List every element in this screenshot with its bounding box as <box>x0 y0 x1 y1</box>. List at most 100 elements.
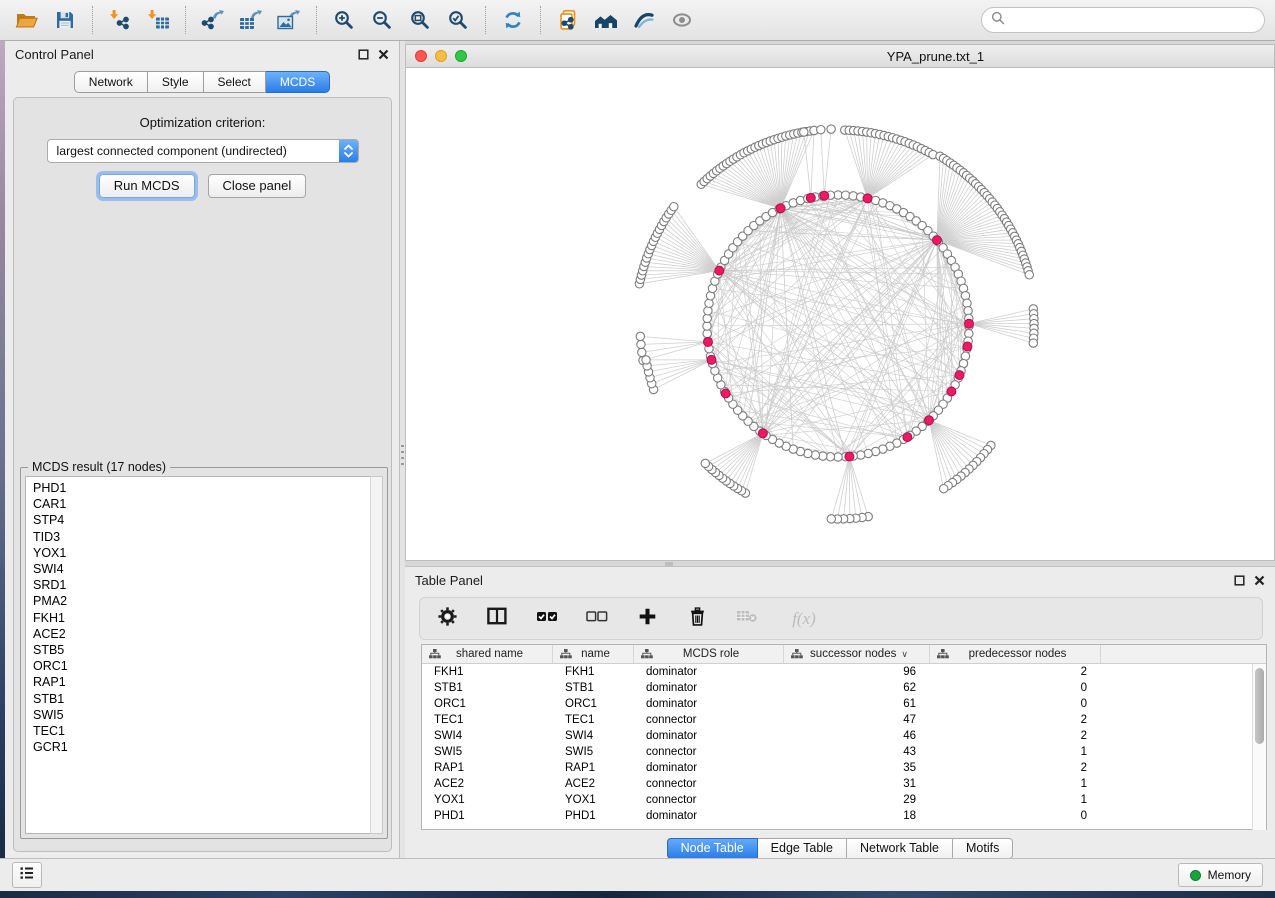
task-history-button[interactable] <box>12 862 42 888</box>
float-icon[interactable] <box>358 49 369 60</box>
toolbar-group <box>103 4 175 36</box>
column-header-MCDS-role[interactable]: MCDS role <box>634 645 784 663</box>
search-field[interactable] <box>981 7 1265 33</box>
import-network-button[interactable] <box>103 4 137 36</box>
table-row[interactable]: PHD1PHD1dominator180 <box>422 808 1266 824</box>
maximize-traffic-light-icon[interactable] <box>455 50 467 62</box>
mcds-result-node[interactable]: PMA2 <box>33 593 382 609</box>
zoom-selected-button[interactable] <box>441 4 475 36</box>
column-label: name <box>581 648 610 660</box>
cell-MCDS-role: connector <box>634 746 784 758</box>
settings-icon <box>438 607 457 631</box>
run-mcds-button[interactable]: Run MCDS <box>99 174 195 198</box>
deselect-all-button[interactable] <box>584 604 610 634</box>
import-table-button[interactable] <box>141 4 175 36</box>
zoom-fit-icon <box>410 10 430 30</box>
tab-mcds[interactable]: MCDS <box>266 71 330 93</box>
mcds-result-node[interactable]: STP4 <box>33 512 382 528</box>
settings-button[interactable] <box>434 604 460 634</box>
column-header-predecessor-nodes[interactable]: predecessor nodes <box>930 645 1101 663</box>
graphics-details-button[interactable] <box>627 4 661 36</box>
mcds-result-node[interactable]: TID3 <box>33 529 382 545</box>
zoom-in-button[interactable] <box>327 4 361 36</box>
close-icon[interactable] <box>1254 575 1265 586</box>
column-header-shared-name[interactable]: shared name <box>422 645 553 663</box>
delete-row-button[interactable] <box>684 604 710 634</box>
mcds-result-node[interactable]: PHD1 <box>33 480 382 496</box>
cell-MCDS-role: dominator <box>634 730 784 742</box>
table-row[interactable]: SWI5SWI5connector431 <box>422 744 1266 760</box>
network-graph[interactable] <box>406 68 1274 560</box>
tab-network[interactable]: Network <box>74 71 148 93</box>
mcds-result-node[interactable]: ACE2 <box>33 626 382 642</box>
home-button[interactable] <box>589 4 623 36</box>
cell-shared-name: STB1 <box>422 682 553 694</box>
tab-style[interactable]: Style <box>148 71 204 93</box>
table-row[interactable]: ORC1ORC1dominator610 <box>422 696 1266 712</box>
open-session-button[interactable] <box>551 4 585 36</box>
export-table-button[interactable] <box>234 4 268 36</box>
columns-button[interactable] <box>484 604 510 634</box>
table-row[interactable]: TEC1TEC1connector472 <box>422 712 1266 728</box>
table-scrollbar[interactable] <box>1252 664 1266 830</box>
search-area <box>981 7 1265 33</box>
table-row[interactable]: FKH1FKH1dominator962 <box>422 664 1266 680</box>
tab-select[interactable]: Select <box>204 71 266 93</box>
open-file-button[interactable] <box>10 4 44 36</box>
table-row[interactable]: YOX1YOX1connector291 <box>422 792 1266 808</box>
export-image-icon <box>277 10 301 30</box>
scrollbar-thumb[interactable] <box>1255 668 1264 744</box>
mcds-result-node[interactable]: SRD1 <box>33 577 382 593</box>
close-panel-button[interactable]: Close panel <box>208 174 307 198</box>
tab-edge-table[interactable]: Edge Table <box>758 838 847 859</box>
table-row[interactable]: ACE2ACE2connector311 <box>422 776 1266 792</box>
tab-network-table[interactable]: Network Table <box>847 838 953 859</box>
close-traffic-light-icon[interactable] <box>415 50 427 62</box>
add-row-button[interactable] <box>634 604 660 634</box>
mcds-list-scrollbar[interactable] <box>370 476 383 834</box>
column-label: predecessor nodes <box>969 648 1067 660</box>
mcds-result-node[interactable]: SWI5 <box>33 707 382 723</box>
apply-layout-button[interactable] <box>496 4 530 36</box>
close-icon[interactable] <box>378 49 389 60</box>
search-input[interactable] <box>1011 13 1255 27</box>
network-window-titlebar[interactable]: YPA_prune.txt_1 <box>406 45 1274 68</box>
mcds-result-node[interactable]: ORC1 <box>33 658 382 674</box>
float-icon[interactable] <box>1234 575 1245 586</box>
mcds-result-node[interactable]: STB1 <box>33 691 382 707</box>
table-row[interactable]: STB1STB1dominator620 <box>422 680 1266 696</box>
mcds-result-node[interactable]: RAP1 <box>33 674 382 690</box>
tab-node-table[interactable]: Node Table <box>667 838 758 859</box>
select-all-button[interactable] <box>534 604 560 634</box>
mcds-result-node[interactable]: TEC1 <box>33 723 382 739</box>
show-hide-button[interactable] <box>665 4 699 36</box>
mcds-result-node[interactable]: CAR1 <box>33 496 382 512</box>
column-header-name[interactable]: name <box>553 645 634 663</box>
toolbar-group <box>496 4 530 36</box>
mcds-result-node[interactable]: SWI4 <box>33 561 382 577</box>
export-image-button[interactable] <box>272 4 306 36</box>
open-file-icon <box>15 10 39 30</box>
mcds-result-node[interactable]: YOX1 <box>33 545 382 561</box>
tab-motifs[interactable]: Motifs <box>953 838 1013 859</box>
table-row[interactable]: RAP1RAP1dominator352 <box>422 760 1266 776</box>
zoom-out-button[interactable] <box>365 4 399 36</box>
mcds-result-title: MCDS result (17 nodes) <box>28 460 170 474</box>
memory-button[interactable]: Memory <box>1178 863 1263 887</box>
column-header-successor-nodes[interactable]: successor nodes∨ <box>784 645 930 663</box>
application-window: Control Panel NetworkStyleSelectMCDS Opt… <box>0 0 1275 898</box>
minimize-traffic-light-icon[interactable] <box>435 50 447 62</box>
cell-name: SWI4 <box>553 730 634 742</box>
zoom-fit-button[interactable] <box>403 4 437 36</box>
network-canvas[interactable] <box>406 68 1274 560</box>
mcds-result-node[interactable]: GCR1 <box>33 739 382 755</box>
criterion-dropdown[interactable]: largest connected component (undirected) <box>47 139 359 163</box>
mcds-result-node[interactable]: FKH1 <box>33 610 382 626</box>
cell-MCDS-role: dominator <box>634 682 784 694</box>
mcds-result-node[interactable]: STB5 <box>33 642 382 658</box>
cell-shared-name: TEC1 <box>422 714 553 726</box>
export-network-button[interactable] <box>196 4 230 36</box>
mcds-result-list[interactable]: PHD1CAR1STP4TID3YOX1SWI4SRD1PMA2FKH1ACE2… <box>25 476 383 834</box>
save-session-button[interactable] <box>48 4 82 36</box>
table-row[interactable]: SWI4SWI4dominator462 <box>422 728 1266 744</box>
